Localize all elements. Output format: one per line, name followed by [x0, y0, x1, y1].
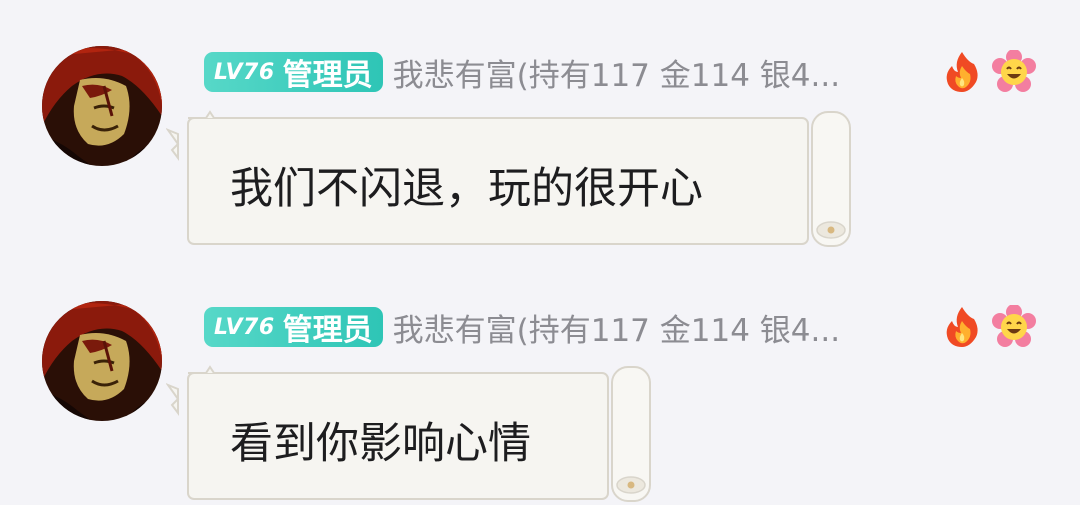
role-text: 管理员 [282, 58, 373, 93]
level-badge[interactable]: LV76 管理员 [204, 307, 383, 348]
message-header: LV76 管理员 我悲有富(持有117 金114 银4... [204, 305, 840, 349]
level-badge[interactable]: LV76 管理员 [204, 52, 383, 93]
message-text: 看到你影响心情 [230, 419, 531, 469]
level-text: LV76 [214, 59, 275, 85]
role-text: 管理员 [282, 313, 373, 348]
grinning-flower-icon[interactable] [992, 305, 1036, 349]
status-icons [940, 305, 1036, 349]
fire-icon[interactable] [940, 305, 984, 349]
grinning-flower-icon[interactable] [992, 50, 1036, 94]
status-icons [940, 50, 1036, 94]
username[interactable]: 我悲有富(持有117 金114 银4... [393, 50, 840, 95]
message-header: LV76 管理员 我悲有富(持有117 金114 银4... [204, 50, 840, 94]
avatar[interactable] [42, 46, 162, 166]
avatar[interactable] [42, 301, 162, 421]
message-text: 我们不闪退，玩的很开心 [230, 164, 703, 214]
shanks-portrait-avatar-icon [42, 301, 162, 421]
shanks-portrait-avatar-icon [42, 46, 162, 166]
fire-icon[interactable] [940, 50, 984, 94]
username[interactable]: 我悲有富(持有117 金114 银4... [393, 305, 840, 350]
level-text: LV76 [214, 314, 275, 340]
